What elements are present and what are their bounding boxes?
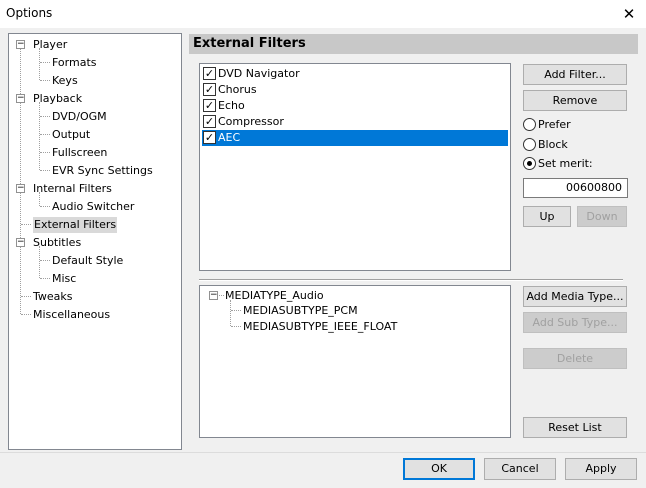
filter-label: Chorus [218,83,257,96]
prefer-radio[interactable] [523,118,536,131]
filter-label: AEC [218,131,241,144]
mediasubtype-item[interactable]: MEDIASUBTYPE_PCM [243,303,358,319]
ok-button[interactable]: OK [403,458,475,480]
add-sub-type-button[interactable]: Add Sub Type... [523,312,627,333]
collapse-icon[interactable]: − [16,184,25,193]
tree-connector [231,310,241,311]
up-button[interactable]: Up [523,206,571,227]
window-title: Options [6,6,53,20]
page-header: External Filters [189,34,638,54]
tree-connector [21,314,31,315]
title-bar: Options ✕ [0,0,646,28]
footer-divider [0,452,646,453]
tree-connector [21,296,31,297]
tree-item-internal-filters[interactable]: Internal Filters [33,181,112,197]
block-radio[interactable] [523,138,536,151]
mediatype-item[interactable]: MEDIATYPE_Audio [225,288,324,304]
collapse-icon[interactable]: − [16,40,25,49]
media-type-tree[interactable]: − MEDIATYPE_Audio MEDIASUBTYPE_PCM MEDIA… [199,285,511,438]
page-title: External Filters [193,36,306,51]
tree-connector [231,326,241,327]
filter-row[interactable]: ✓ Echo [202,98,508,114]
tree-item-evr-sync-settings[interactable]: EVR Sync Settings [52,163,153,179]
filter-label: DVD Navigator [218,67,300,80]
tree-item-audio-switcher[interactable]: Audio Switcher [52,199,134,215]
options-tree[interactable]: − − − − Player Formats Keys Playback DVD… [8,33,182,450]
tree-item-default-style[interactable]: Default Style [52,253,123,269]
merit-input[interactable]: 00600800 [523,178,628,198]
cancel-button[interactable]: Cancel [484,458,556,480]
tree-connector [219,295,224,296]
reset-list-button[interactable]: Reset List [523,417,627,438]
filter-row[interactable]: ✓ Compressor [202,114,508,130]
add-filter-button[interactable]: Add Filter... [523,64,627,85]
tree-item-output[interactable]: Output [52,127,90,143]
tree-item-external-filters[interactable]: External Filters [33,217,118,233]
tree-connector [40,170,50,171]
tree-item-subtitles[interactable]: Subtitles [33,235,81,251]
tree-connector [40,134,50,135]
filter-row-selected[interactable]: ✓ AEC [202,130,508,146]
remove-button[interactable]: Remove [523,90,627,111]
collapse-icon[interactable]: − [16,94,25,103]
filter-label: Echo [218,99,245,112]
tree-connector [40,80,50,81]
tree-connector [40,152,50,153]
prefer-label: Prefer [538,118,571,131]
filter-label: Compressor [218,115,284,128]
tree-item-miscellaneous[interactable]: Miscellaneous [33,307,110,323]
block-label: Block [538,138,568,151]
separator [199,279,623,281]
filter-checkbox[interactable]: ✓ [203,131,216,144]
tree-item-playback[interactable]: Playback [33,91,82,107]
set-merit-label: Set merit: [538,157,593,170]
tree-item-formats[interactable]: Formats [52,55,97,71]
filter-checkbox[interactable]: ✓ [203,115,216,128]
filter-checkbox[interactable]: ✓ [203,83,216,96]
mediasubtype-item[interactable]: MEDIASUBTYPE_IEEE_FLOAT [243,319,397,335]
filter-checkbox[interactable]: ✓ [203,67,216,80]
tree-connector [40,278,50,279]
filter-row[interactable]: ✓ Chorus [202,82,508,98]
tree-item-tweaks[interactable]: Tweaks [33,289,73,305]
tree-connector [40,260,50,261]
tree-root-line [20,48,21,314]
tree-connector [40,206,50,207]
external-filters-list[interactable]: ✓ DVD Navigator ✓ Chorus ✓ Echo ✓ Compre… [199,63,511,271]
filter-checkbox[interactable]: ✓ [203,99,216,112]
collapse-icon[interactable]: − [209,291,218,300]
tree-branch-line [39,102,40,170]
add-media-type-button[interactable]: Add Media Type... [523,286,627,307]
set-merit-radio[interactable] [523,157,536,170]
tree-connector [40,62,50,63]
tree-item-keys[interactable]: Keys [52,73,78,89]
tree-item-dvd-ogm[interactable]: DVD/OGM [52,109,107,125]
delete-button[interactable]: Delete [523,348,627,369]
tree-connector [40,116,50,117]
tree-connector [21,224,31,225]
close-icon[interactable]: ✕ [614,2,644,26]
tree-item-player[interactable]: Player [33,37,67,53]
down-button[interactable]: Down [577,206,627,227]
filter-row[interactable]: ✓ DVD Navigator [202,66,508,82]
tree-item-fullscreen[interactable]: Fullscreen [52,145,107,161]
apply-button[interactable]: Apply [565,458,637,480]
tree-item-misc[interactable]: Misc [52,271,76,287]
collapse-icon[interactable]: − [16,238,25,247]
